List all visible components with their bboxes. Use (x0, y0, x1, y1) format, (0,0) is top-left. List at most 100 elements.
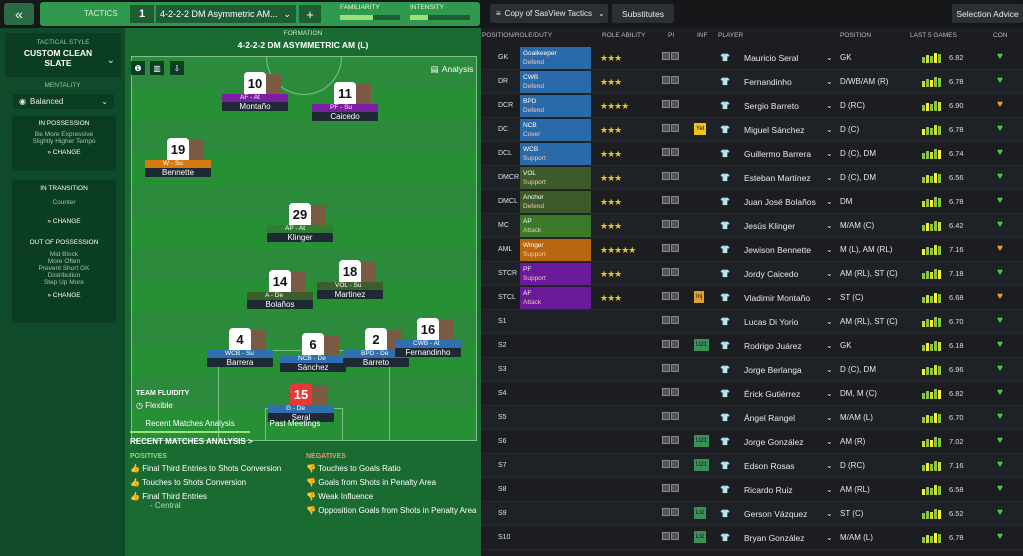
player-name[interactable]: Lucas Di Yorio (744, 310, 798, 334)
substitutes-button[interactable]: Substitutes (612, 4, 674, 23)
table-row[interactable]: S7 U21 👕 Edson Rosas ⌄ D (RC) 7.16 ♥ (482, 454, 1023, 478)
in-possession-change-button[interactable]: » CHANGE (12, 149, 116, 156)
position-chevron-icon[interactable]: ⌄ (826, 190, 833, 214)
pitch-stats-icon[interactable]: ▥ (150, 61, 164, 75)
player-name[interactable]: Ricardo Ruiz (744, 478, 793, 502)
position-chevron-icon[interactable]: ⌄ (826, 262, 833, 286)
player-instructions-icon[interactable] (662, 406, 679, 430)
position-chevron-icon[interactable]: ⌄ (826, 478, 833, 502)
analysis-heading[interactable]: RECENT MATCHES ANALYSIS > (130, 437, 253, 446)
position-chevron-icon[interactable]: ⌄ (826, 526, 833, 550)
pitch-save-icon[interactable]: ⇩ (170, 61, 184, 75)
position-chevron-icon[interactable]: ⌄ (826, 214, 833, 238)
out-of-possession-change-button[interactable]: » CHANGE (12, 292, 116, 299)
table-row[interactable]: MC AP Attack ★★★ 👕 Jesús Klinger ⌄ M/AM (C) 6.42… (482, 214, 1023, 238)
table-row[interactable]: DMCL Anchor Defend ★★★ 👕 Juan José Bolaños ⌄ DM… (482, 190, 1023, 214)
player-name[interactable]: Guillermo Barrera (744, 142, 811, 166)
player-instructions-icon[interactable] (662, 430, 679, 454)
player-instructions-icon[interactable] (662, 526, 679, 550)
table-row[interactable]: S1 👕 Lucas Di Yorio ⌄ AM (RL), ST (C) 6.70 ♥ (482, 310, 1023, 334)
player-instructions-icon[interactable] (662, 118, 679, 142)
table-row[interactable]: DCR BPD Defend ★★★★ 👕 Sergio Barreto ⌄ D (RC) 6.… (482, 94, 1023, 118)
table-row[interactable]: STCL AF Attack ★★★ Inj 👕 Vladimir Montaño ⌄ ST (… (482, 286, 1023, 310)
position-chevron-icon[interactable]: ⌄ (826, 118, 833, 142)
player-instructions-icon[interactable] (662, 358, 679, 382)
table-row[interactable]: S5 👕 Ángel Rangel ⌄ M/AM (L) 6.70 ♥ (482, 406, 1023, 430)
player-instructions-icon[interactable] (662, 214, 679, 238)
role-duty-box[interactable]: Winger Support (520, 239, 591, 261)
in-transition-change-button[interactable]: » CHANGE (12, 218, 116, 225)
player-name[interactable]: Jorge González (744, 430, 804, 454)
table-row[interactable]: S9 Lst 👕 Gerson Vázquez ⌄ ST (C) 6.52 ♥ (482, 502, 1023, 526)
player-instructions-icon[interactable] (662, 46, 679, 70)
player-name[interactable]: Juan José Bolaños (744, 190, 816, 214)
role-duty-box[interactable]: AP Attack (520, 215, 591, 237)
table-row[interactable]: S8 👕 Ricardo Ruiz ⌄ AM (RL) 6.58 ♥ (482, 478, 1023, 502)
player-name[interactable]: Bryan González (744, 526, 804, 550)
player-name[interactable]: Gerson Vázquez (744, 502, 807, 526)
position-chevron-icon[interactable]: ⌄ (826, 334, 833, 358)
position-chevron-icon[interactable]: ⌄ (826, 46, 833, 70)
player-instructions-icon[interactable] (662, 190, 679, 214)
add-tactic-button[interactable]: + (299, 5, 321, 23)
player-name[interactable]: Fernandinho (744, 70, 792, 94)
player-instructions-icon[interactable] (662, 454, 679, 478)
collapse-sidebar-button[interactable]: « (4, 3, 34, 25)
position-chevron-icon[interactable]: ⌄ (826, 454, 833, 478)
position-chevron-icon[interactable]: ⌄ (826, 406, 833, 430)
role-duty-box[interactable]: WCB Support (520, 143, 591, 165)
table-row[interactable]: AML Winger Support ★★★★★ 👕 Jewison Bennette ⌄ M… (482, 238, 1023, 262)
pitch-view-icon[interactable]: ❶ (131, 61, 145, 75)
position-chevron-icon[interactable]: ⌄ (826, 358, 833, 382)
tactic-select[interactable]: 4-2-2-2 DM Asymmetric AM... ⌄ (156, 5, 296, 23)
table-row[interactable]: S10 Lst 👕 Bryan González ⌄ M/AM (L) 6.78 ♥ (482, 526, 1023, 550)
player-name[interactable]: Jorge Berlanga (744, 358, 802, 382)
player-name[interactable]: Vladimir Montaño (744, 286, 810, 310)
player-name[interactable]: Miguel Sánchez (744, 118, 804, 142)
col-inf[interactable]: INF (697, 32, 707, 39)
player-instructions-icon[interactable] (662, 142, 679, 166)
col-position-role-duty[interactable]: POSITION/ROLE/DUTY (482, 32, 552, 39)
player-name[interactable]: Jordy Caicedo (744, 262, 798, 286)
player-instructions-icon[interactable] (662, 238, 679, 262)
player-instructions-icon[interactable] (662, 502, 679, 526)
role-duty-box[interactable]: Anchor Defend (520, 191, 591, 213)
table-row[interactable]: DR CWB Defend ★★★ 👕 Fernandinho ⌄ D/WB/AM (R) 6.… (482, 70, 1023, 94)
player-name[interactable]: Esteban Martínez (744, 166, 811, 190)
player-name[interactable]: Sergio Barreto (744, 94, 799, 118)
position-chevron-icon[interactable]: ⌄ (826, 238, 833, 262)
player-instructions-icon[interactable] (662, 262, 679, 286)
player-instructions-icon[interactable] (662, 382, 679, 406)
position-chevron-icon[interactable]: ⌄ (826, 286, 833, 310)
player-instructions-icon[interactable] (662, 94, 679, 118)
player-name[interactable]: Ángel Rangel (744, 406, 795, 430)
col-condition[interactable]: CON (993, 32, 1007, 39)
player-instructions-icon[interactable] (662, 166, 679, 190)
role-duty-box[interactable]: NCB Cover (520, 119, 591, 141)
position-chevron-icon[interactable]: ⌄ (826, 166, 833, 190)
table-row[interactable]: S3 👕 Jorge Berlanga ⌄ D (C), DM 6.96 ♥ (482, 358, 1023, 382)
tactic-slot-button[interactable]: 1 (130, 5, 154, 23)
tactical-style-box[interactable]: TACTICAL STYLE CUSTOM CLEAN SLATE ⌄ (5, 33, 121, 77)
table-row[interactable]: DMCR VOL Support ★★★ 👕 Esteban Martínez ⌄ D (C)… (482, 166, 1023, 190)
role-duty-box[interactable]: AF Attack (520, 287, 591, 309)
position-chevron-icon[interactable]: ⌄ (826, 310, 833, 334)
table-row[interactable]: S6 U21 👕 Jorge González ⌄ AM (R) 7.02 ♥ (482, 430, 1023, 454)
role-duty-box[interactable]: Goalkeeper Defend (520, 47, 591, 69)
player-name[interactable]: Mauricio Seral (744, 46, 798, 70)
role-duty-box[interactable]: PF Support (520, 263, 591, 285)
player-name[interactable]: Edson Rosas (744, 454, 795, 478)
table-row[interactable]: S2 U21 👕 Rodrigo Juárez ⌄ GK 6.18 ♥ (482, 334, 1023, 358)
role-duty-box[interactable]: CWB Defend (520, 71, 591, 93)
table-row[interactable]: DCL WCB Support ★★★ 👕 Guillermo Barrera ⌄ D (C)… (482, 142, 1023, 166)
position-chevron-icon[interactable]: ⌄ (826, 502, 833, 526)
position-chevron-icon[interactable]: ⌄ (826, 94, 833, 118)
role-duty-box[interactable]: VOL Support (520, 167, 591, 189)
player-name[interactable]: Jewison Bennette (744, 238, 811, 262)
table-row[interactable]: S4 👕 Érick Gutiérrez ⌄ DM, M (C) 6.82 ♥ (482, 382, 1023, 406)
table-row[interactable]: GK Goalkeeper Defend ★★★ 👕 Mauricio Seral ⌄ GK 6… (482, 46, 1023, 70)
position-chevron-icon[interactable]: ⌄ (826, 430, 833, 454)
view-select[interactable]: ≡ Copy of SasView Tactics ⌄ (490, 4, 608, 23)
role-duty-box[interactable]: BPD Defend (520, 95, 591, 117)
col-player[interactable]: PLAYER (718, 32, 743, 39)
